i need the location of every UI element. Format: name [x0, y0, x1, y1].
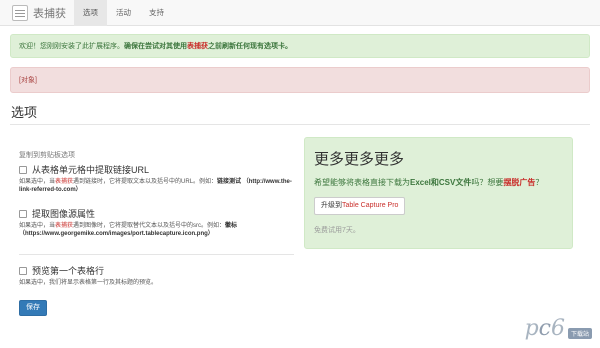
- welcome-app-name: 表捕获: [187, 43, 208, 50]
- pro-upsell-panel: 更多更多更多 希望能够将表格直接下载为Excel和CSV文件吗？想要摆脱广告？ …: [304, 137, 573, 249]
- option-help: 如果选中，当表捕获遇到图像时，它将提取替代文本以及括号中的src。例如：徽标 （…: [19, 222, 294, 238]
- option-label[interactable]: 预览第一个表格行: [32, 264, 104, 277]
- trial-text: 免费试用7天。: [314, 227, 360, 234]
- section-heading: 复制到剪贴板选项: [19, 152, 75, 159]
- watermark-tag: 下载站: [567, 328, 592, 339]
- option-extract-image-src: 提取图像源属性 如果选中，当表捕获遇到图像时，它将提取替代文本以及括号中的src…: [19, 207, 294, 238]
- error-text: [对象]: [19, 77, 37, 84]
- tab-support[interactable]: 支持: [140, 0, 173, 26]
- save-button[interactable]: 保存: [19, 300, 47, 316]
- brand-name: 表捕获: [33, 8, 66, 20]
- help-text: 如果选中，当: [19, 179, 56, 185]
- upgrade-product-name: Table Capture Pro: [342, 202, 399, 209]
- option-label[interactable]: 从表格单元格中提取链接URL: [32, 163, 149, 176]
- option-preview-first-row: 预览第一个表格行 如果选中，我们将显示表格第一行及其标题的预览。: [19, 264, 294, 287]
- promo-text-part: 希望能够将表格直接下载为: [314, 178, 410, 187]
- help-app-name: 表捕获: [55, 223, 74, 229]
- tab-options[interactable]: 选项: [74, 0, 107, 26]
- page-title: 选项: [11, 105, 38, 120]
- upgrade-label: 升级到: [321, 202, 342, 209]
- remove-ads-link[interactable]: 摆脱广告: [503, 178, 535, 187]
- tab-activity[interactable]: 活动: [107, 0, 140, 26]
- preview-first-row-checkbox[interactable]: [19, 266, 27, 275]
- welcome-bold-b: 之前刷新任何现有选项卡。: [208, 43, 292, 50]
- nav-tabs: 选项 活动 支持: [74, 0, 173, 26]
- help-text: 遇到图像时，它将提取替代文本以及括号中的src。例如：: [73, 223, 226, 229]
- divider: [19, 254, 294, 255]
- promo-text-bold: Excel和CSV文件: [410, 178, 472, 187]
- help-text: 如果选中，当: [19, 223, 56, 229]
- watermark-char: 6: [550, 316, 565, 341]
- welcome-bold-a: 确保在尝试对其使用: [124, 43, 187, 50]
- site-watermark: pc6 下载站: [525, 312, 592, 342]
- extract-link-urls-checkbox[interactable]: [19, 165, 27, 174]
- help-text: 如果选中，我们将显示表格第一行及其标题的预览。: [19, 280, 158, 286]
- option-help: 如果选中，当表捕获遇到链接时，它将提取文本以及括号中的URL。例如：链接测试 （…: [19, 178, 294, 194]
- error-alert: [对象]: [10, 67, 590, 93]
- watermark-char: c: [538, 316, 551, 341]
- promo-title: 更多更多更多: [314, 151, 405, 168]
- top-navbar: 表捕获 选项 活动 支持: [0, 0, 600, 26]
- promo-text: 希望能够将表格直接下载为Excel和CSV文件吗？想要摆脱广告？: [314, 177, 543, 188]
- option-help: 如果选中，我们将显示表格第一行及其标题的预览。: [19, 279, 294, 287]
- welcome-alert: 欢迎！您刚刚安装了此扩展程序。确保在尝试对其使用表捕获之前刷新任何现有选项卡。: [10, 34, 590, 58]
- extract-image-src-checkbox[interactable]: [19, 209, 27, 218]
- brand[interactable]: 表捕获: [12, 4, 66, 22]
- upgrade-button[interactable]: 升级到Table Capture Pro: [314, 197, 406, 215]
- watermark-logo: pc6: [525, 316, 565, 342]
- welcome-text: 欢迎！您刚刚安装了此扩展程序。: [19, 43, 124, 50]
- help-text: 遇到链接时，它将提取文本以及括号中的URL。例如：: [73, 179, 218, 185]
- help-app-name: 表捕获: [55, 179, 74, 185]
- option-extract-link-urls: 从表格单元格中提取链接URL 如果选中，当表捕获遇到链接时，它将提取文本以及括号…: [19, 163, 294, 194]
- divider: [10, 124, 590, 125]
- option-label[interactable]: 提取图像源属性: [32, 207, 95, 220]
- promo-text-part: 吗？想要: [471, 178, 504, 187]
- table-capture-logo-icon: [12, 5, 28, 21]
- promo-text-part: ？: [535, 178, 544, 187]
- watermark-char: p: [524, 316, 539, 341]
